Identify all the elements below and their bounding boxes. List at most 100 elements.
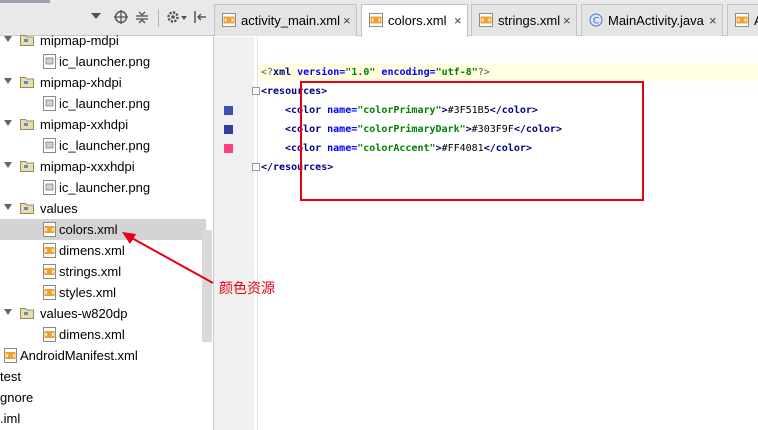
chevron-down-icon[interactable] — [4, 309, 12, 315]
tree-item[interactable]: dimens.xml — [0, 240, 206, 261]
xml-file-icon — [43, 264, 56, 279]
folder-icon — [20, 203, 34, 214]
chevron-down-icon[interactable] — [4, 78, 12, 84]
collapse-all-icon[interactable] — [134, 9, 150, 25]
gear-icon[interactable] — [165, 9, 181, 25]
view-mode-dropdown-icon[interactable] — [91, 13, 101, 19]
tab-activity-main-xml[interactable]: activity_main.xml × — [214, 4, 357, 36]
tree-item-label: mipmap-mdpi — [40, 33, 119, 48]
close-icon[interactable]: × — [454, 13, 462, 28]
image-file-icon — [43, 180, 56, 195]
tree-item-label: ic_launcher.png — [59, 54, 151, 69]
tree-item[interactable]: ic_launcher.png — [0, 93, 206, 114]
xml-file-icon — [369, 13, 383, 27]
xml-file-icon — [43, 285, 56, 300]
xml-file-icon — [43, 222, 56, 237]
editor-tab-bar: activity_main.xml × colors.xml × strings.xml… — [214, 0, 758, 37]
tree-item-label: ic_launcher.png — [59, 96, 151, 111]
xml-file-icon — [222, 13, 236, 27]
project-panel: mipmap-mdpi ic_launcher.png mipmap-xhdpi ic… — [0, 0, 214, 430]
tree-item[interactable]: ic_launcher.png — [0, 51, 206, 72]
xml-file-icon — [43, 243, 56, 258]
tab-label: A — [754, 13, 758, 28]
chevron-down-icon[interactable] — [4, 36, 12, 42]
tree-item[interactable]: AndroidManifest.xml — [0, 345, 206, 366]
tree-item[interactable]: test — [0, 366, 206, 387]
panel-header-edge — [0, 0, 50, 3]
tree-item[interactable]: gnore — [0, 387, 206, 408]
tree-item-label: values-w820dp — [40, 306, 128, 321]
xml-file-icon — [479, 13, 493, 27]
highlight-box — [300, 81, 644, 201]
fold-gutter-line — [257, 37, 258, 430]
close-icon[interactable]: × — [563, 13, 571, 28]
tree-item[interactable]: mipmap-xhdpi — [0, 72, 206, 93]
java-class-icon: C — [589, 13, 603, 27]
color-swatch-icon[interactable] — [224, 106, 233, 115]
chevron-down-icon[interactable] — [4, 204, 12, 210]
tree-item[interactable]: styles.xml — [0, 282, 206, 303]
tree-item[interactable]: .iml — [0, 408, 206, 429]
toolbar-separator — [158, 9, 159, 27]
tree-item[interactable]: ic_launcher.png — [0, 177, 206, 198]
tree-item-label: gnore — [0, 390, 34, 405]
close-icon[interactable]: × — [343, 13, 351, 28]
tree-item[interactable]: values — [0, 198, 206, 219]
hide-panel-icon[interactable] — [192, 9, 208, 25]
tab-label: MainActivity.java — [608, 13, 704, 28]
tab-label: strings.xml — [498, 13, 561, 28]
editor-gutter — [214, 37, 254, 430]
tree-item-label: dimens.xml — [59, 243, 125, 258]
tree-item-label: AndroidManifest.xml — [20, 348, 138, 363]
tab-strings-xml[interactable]: strings.xml × — [471, 4, 577, 36]
image-file-icon — [43, 96, 56, 111]
color-swatch-icon[interactable] — [224, 144, 233, 153]
color-swatch-icon[interactable] — [224, 125, 233, 134]
tree-item-label: dimens.xml — [59, 327, 125, 342]
tab-label: colors.xml — [388, 13, 447, 28]
image-file-icon — [43, 138, 56, 153]
gear-dropdown-icon[interactable] — [181, 16, 187, 20]
tree-item[interactable]: ic_launcher.png — [0, 135, 206, 156]
tree-item-label: ic_launcher.png — [59, 180, 151, 195]
tree-item-label: colors.xml — [59, 222, 118, 237]
tree-item[interactable]: mipmap-xxxhdpi — [0, 156, 206, 177]
tree-item-label: strings.xml — [59, 264, 122, 279]
scroll-from-source-icon[interactable] — [113, 9, 129, 25]
tree-item-label: values — [40, 201, 78, 216]
folder-icon — [20, 308, 34, 319]
xml-file-icon — [735, 13, 749, 27]
tree-item[interactable]: dimens.xml — [0, 324, 206, 345]
tab-label: activity_main.xml — [241, 13, 340, 28]
folder-icon — [20, 119, 34, 130]
tab-a[interactable]: A — [727, 4, 758, 36]
tree-item[interactable]: mipmap-xxhdpi — [0, 114, 206, 135]
code-line-1[interactable]: <?xml version="1.0" encoding="utf-8"?> — [261, 63, 490, 82]
folder-icon — [20, 77, 34, 88]
tree-item-label: styles.xml — [59, 285, 117, 300]
tree-item-label: ic_launcher.png — [59, 138, 151, 153]
svg-text:C: C — [593, 17, 599, 27]
fold-marker-resources-open[interactable] — [252, 87, 260, 95]
chevron-down-icon[interactable] — [4, 162, 12, 168]
tree-item[interactable]: values-w820dp — [0, 303, 206, 324]
tree-item-label: .iml — [0, 411, 21, 426]
chevron-down-icon[interactable] — [4, 120, 12, 126]
tab-mainactivity-java[interactable]: C MainActivity.java × — [581, 4, 723, 36]
tree-item[interactable]: strings.xml — [0, 261, 206, 282]
tree-item[interactable]: mipmap-mdpi — [0, 30, 206, 51]
tree-item-label: mipmap-xhdpi — [40, 75, 122, 90]
tree-scrollbar[interactable] — [202, 230, 212, 342]
folder-icon — [20, 161, 34, 172]
tree-item-label: test — [0, 369, 21, 384]
tab-colors-xml[interactable]: colors.xml × — [361, 4, 468, 37]
tree-item-label: mipmap-xxhdpi — [40, 117, 129, 132]
tree-item[interactable]: colors.xml — [0, 219, 206, 240]
manifest-file-icon — [4, 348, 17, 363]
tree-item-label: mipmap-xxxhdpi — [40, 159, 135, 174]
image-file-icon — [43, 54, 56, 69]
folder-icon — [20, 35, 34, 46]
fold-marker-resources-close[interactable] — [252, 163, 260, 171]
close-icon[interactable]: × — [709, 13, 717, 28]
annotation-label: 颜色资源 — [219, 281, 275, 297]
